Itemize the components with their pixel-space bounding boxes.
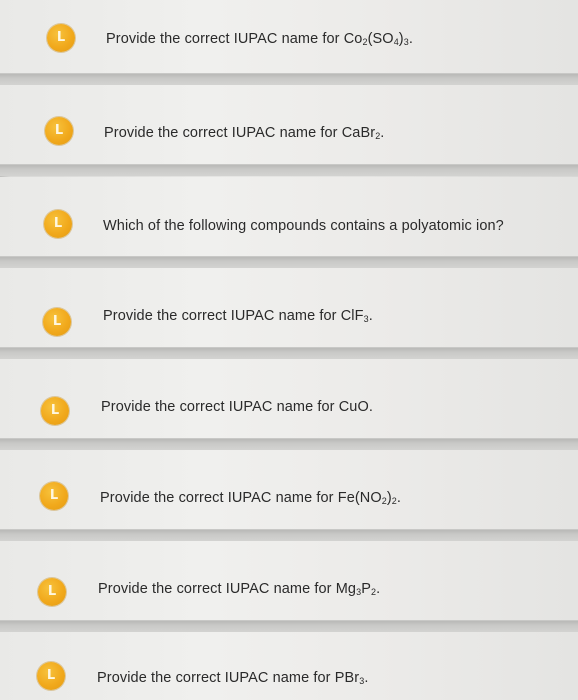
- question-text-part: Which of the following compounds contain…: [103, 218, 504, 234]
- question-text-part: (SO: [367, 31, 394, 47]
- question-card[interactable]: L Provide the correct IUPAC name for ClF…: [0, 268, 578, 348]
- question-text[interactable]: Which of the following compounds contain…: [103, 218, 504, 234]
- question-card[interactable]: L Provide the correct IUPAC name for Fe(…: [0, 450, 578, 530]
- question-row-2[interactable]: L Provide the correct IUPAC name for CaB…: [0, 85, 578, 176]
- question-badge-icon: L: [47, 24, 75, 52]
- question-text-part: .: [368, 308, 373, 324]
- question-badge-glyph: L: [46, 668, 56, 683]
- question-text-part: .: [380, 125, 385, 141]
- question-text-part: .: [364, 670, 369, 686]
- question-list: L Provide the correct IUPAC name for Co2…: [0, 0, 578, 700]
- question-list-screen: L Provide the correct IUPAC name for Co2…: [0, 0, 578, 700]
- question-text-part: P: [361, 581, 371, 597]
- question-text[interactable]: Provide the correct IUPAC name for Fe(NO…: [100, 490, 401, 506]
- question-badge-glyph: L: [56, 30, 66, 45]
- question-badge-glyph: L: [50, 403, 60, 418]
- row-separator: [0, 439, 578, 450]
- question-card[interactable]: L Provide the correct IUPAC name for Co2…: [0, 0, 578, 74]
- question-text-part: Provide the correct IUPAC name for CaBr: [104, 125, 376, 141]
- row-separator: [0, 257, 578, 268]
- question-text[interactable]: Provide the correct IUPAC name for Co2(S…: [106, 31, 413, 47]
- question-text[interactable]: Provide the correct IUPAC name for CaBr2…: [104, 125, 384, 141]
- question-card[interactable]: L Provide the correct IUPAC name for Mg3…: [0, 541, 578, 621]
- question-text-part: Provide the correct IUPAC name for Fe(NO: [100, 490, 382, 506]
- question-text-part: Provide the correct IUPAC name for ClF: [103, 308, 364, 324]
- question-row-6[interactable]: L Provide the correct IUPAC name for Fe(…: [0, 450, 578, 541]
- question-text-part: .: [408, 31, 413, 47]
- question-row-5[interactable]: L Provide the correct IUPAC name for CuO…: [0, 359, 578, 450]
- question-text-part: Provide the correct IUPAC name for PBr: [97, 670, 360, 686]
- row-separator: [0, 74, 578, 85]
- question-badge-glyph: L: [47, 584, 57, 599]
- question-row-4[interactable]: L Provide the correct IUPAC name for ClF…: [0, 268, 578, 359]
- question-text[interactable]: Provide the correct IUPAC name for CuO.: [101, 399, 373, 415]
- question-card[interactable]: L Provide the correct IUPAC name for PBr…: [0, 632, 578, 700]
- question-row-3[interactable]: L Which of the following compounds conta…: [0, 177, 578, 268]
- question-card[interactable]: L Provide the correct IUPAC name for CuO…: [0, 359, 578, 439]
- question-row-7[interactable]: L Provide the correct IUPAC name for Mg3…: [0, 541, 578, 632]
- question-badge-glyph: L: [53, 216, 63, 231]
- question-badge-glyph: L: [49, 488, 59, 503]
- row-separator: [0, 165, 578, 176]
- question-row-8[interactable]: L Provide the correct IUPAC name for PBr…: [0, 632, 578, 700]
- question-text-part: Provide the correct IUPAC name for CuO.: [101, 399, 373, 415]
- question-badge-icon: L: [43, 308, 71, 336]
- row-separator: [0, 621, 578, 632]
- question-row-1[interactable]: L Provide the correct IUPAC name for Co2…: [0, 0, 578, 85]
- question-text-part: .: [376, 581, 381, 597]
- question-badge-icon: L: [41, 397, 69, 425]
- question-badge-icon: L: [37, 662, 65, 690]
- question-text-part: Provide the correct IUPAC name for Mg: [98, 581, 357, 597]
- question-text[interactable]: Provide the correct IUPAC name for ClF3.: [103, 308, 373, 324]
- question-badge-glyph: L: [54, 123, 64, 138]
- question-card[interactable]: L Provide the correct IUPAC name for CaB…: [0, 85, 578, 165]
- row-separator: [0, 348, 578, 359]
- row-separator: [0, 530, 578, 541]
- question-card[interactable]: L Which of the following compounds conta…: [0, 177, 578, 257]
- question-text-part: Provide the correct IUPAC name for Co: [106, 31, 363, 47]
- question-badge-icon: L: [38, 578, 66, 606]
- question-badge-glyph: L: [52, 314, 62, 329]
- question-badge-icon: L: [44, 210, 72, 238]
- question-text[interactable]: Provide the correct IUPAC name for PBr3.: [97, 670, 368, 686]
- question-badge-icon: L: [45, 117, 73, 145]
- question-text[interactable]: Provide the correct IUPAC name for Mg3P2…: [98, 581, 380, 597]
- question-text-part: .: [396, 490, 402, 506]
- question-badge-icon: L: [40, 482, 68, 510]
